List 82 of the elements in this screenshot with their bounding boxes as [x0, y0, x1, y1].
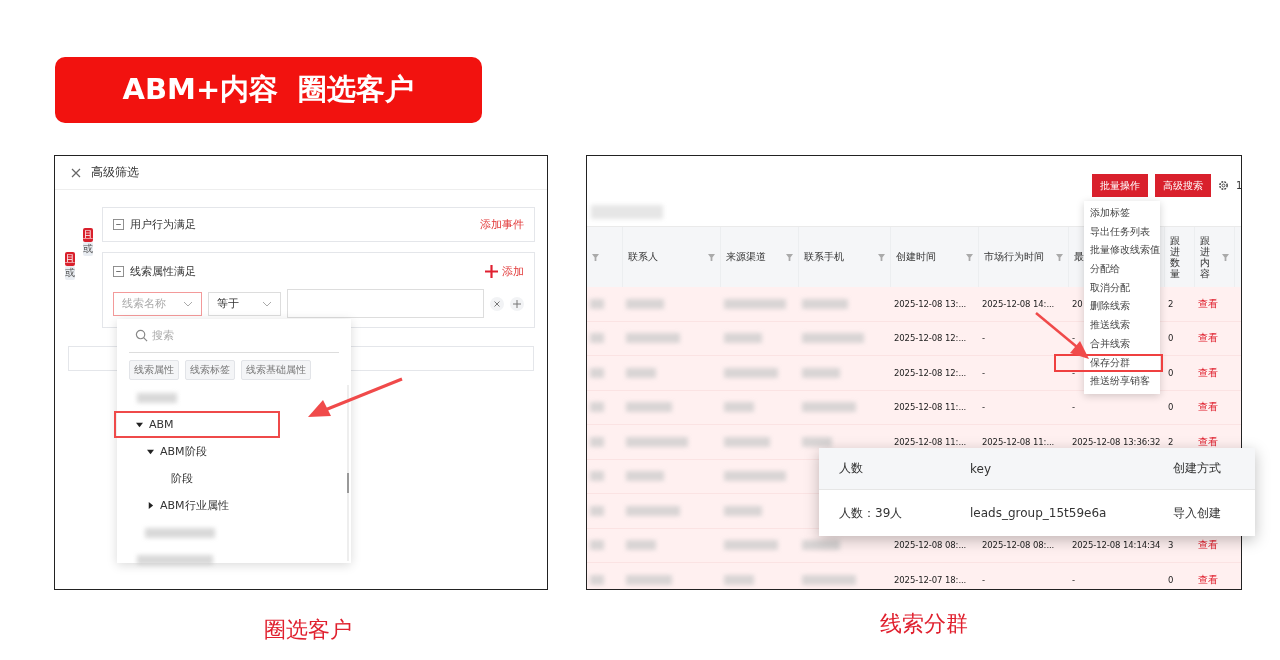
menu-item[interactable]: 添加标签: [1084, 204, 1160, 223]
table-cell: 2025-12-08 08:...: [894, 540, 967, 551]
column-header: 来源渠道: [726, 250, 766, 264]
table-cell: 2025-12-08 13:...: [894, 298, 967, 309]
column-header: 创建时间: [896, 250, 936, 264]
view-link[interactable]: 查看: [1198, 365, 1218, 380]
group-title: 线索属性满足: [130, 263, 197, 279]
table-cell: 2025-12-08 14:...: [982, 298, 1055, 309]
table-cell: 2025-12-08 13:36:32: [1072, 436, 1161, 447]
menu-item[interactable]: 批量修改线索值: [1084, 241, 1160, 261]
menu-item[interactable]: 保存分群: [1054, 353, 1163, 373]
table-cell: 20: [1072, 298, 1083, 309]
column-header: 联系人: [628, 250, 658, 264]
table-cell: -: [1072, 574, 1075, 585]
column-header: 市场行为时间: [984, 250, 1044, 264]
table-cell: -: [1072, 333, 1075, 344]
table-cell-text: 人数：39人: [838, 504, 904, 522]
add-link[interactable]: 添加: [485, 263, 524, 279]
view-link[interactable]: 查看: [1198, 538, 1218, 553]
logic-toggle[interactable]: 或: [83, 242, 93, 256]
group-title: 用户行为满足: [130, 217, 197, 232]
column-header: 人数: [838, 460, 864, 477]
view-link[interactable]: 查看: [1198, 296, 1218, 311]
tree-item[interactable]: 阶段: [114, 465, 280, 492]
title-banner: ABM+内容 圈选客户: [55, 57, 482, 123]
table-cell: -: [1072, 367, 1075, 378]
table-cell: 3: [1168, 540, 1174, 551]
table-cell: 2025-12-07 18:...: [894, 574, 967, 585]
column-header: 最: [1074, 250, 1084, 264]
tree-item[interactable]: ABM行业属性: [114, 492, 280, 519]
menu-item[interactable]: 合并线索: [1084, 334, 1160, 354]
table-cell: -: [982, 333, 985, 344]
tree-item[interactable]: ABM: [114, 411, 280, 438]
logic-toggle[interactable]: 且: [83, 228, 93, 242]
menu-item[interactable]: 分配给: [1084, 260, 1160, 279]
toolbar-text: 1: [1236, 180, 1241, 191]
category-tab[interactable]: 线索属性: [129, 360, 179, 380]
table-cell: -: [982, 574, 985, 585]
table-cell: -: [982, 367, 985, 378]
view-link[interactable]: 查看: [1198, 400, 1218, 415]
table-cell: 2025-12-08 12:...: [894, 333, 967, 344]
table-cell: 0: [1168, 333, 1174, 344]
table-cell: 2025-12-08 11:...: [982, 436, 1055, 447]
toolbar-button[interactable]: 高级搜索: [1155, 174, 1211, 197]
table-cell: 0: [1168, 574, 1174, 585]
table-cell: 2025-12-08 14:14:34: [1072, 540, 1161, 551]
column-header: 跟进数量: [1170, 235, 1180, 279]
toolbar-button[interactable]: 批量操作: [1092, 174, 1148, 197]
tree-item[interactable]: ABM阶段: [114, 438, 280, 465]
view-link[interactable]: 查看: [1198, 331, 1218, 346]
caption: 圈选客户: [264, 616, 352, 644]
table-cell: 2025-12-08 11:...: [894, 436, 967, 447]
column-header: 跟进内容: [1200, 235, 1210, 279]
add-link[interactable]: 添加事件: [480, 217, 524, 232]
table-cell: 0: [1168, 367, 1174, 378]
table-cell-text: leads_group_15t59e6a: [970, 506, 1108, 520]
table-cell: -: [982, 402, 985, 413]
view-link[interactable]: 查看: [1198, 434, 1218, 449]
column-header: key: [970, 461, 992, 476]
table-cell: 0: [1168, 402, 1174, 413]
category-tab[interactable]: 线索标签: [185, 360, 235, 380]
logic-toggle[interactable]: 或: [65, 266, 75, 280]
table-cell: 2025-12-08 11:...: [894, 402, 967, 413]
table-cell: 2025-12-08 08:...: [982, 540, 1055, 551]
operator-select[interactable]: 等于: [208, 291, 281, 316]
table-cell: -: [1072, 402, 1075, 413]
column-header: 创建方式: [1173, 460, 1222, 477]
panel-title: 高级筛选: [91, 164, 139, 181]
table-cell: 2: [1168, 298, 1174, 309]
table-cell: 2025-12-08 12:...: [894, 367, 967, 378]
column-header: 联系手机: [804, 250, 844, 264]
table-cell-text: 导入创建: [1173, 504, 1222, 522]
menu-item[interactable]: 取消分配: [1084, 278, 1160, 298]
menu-item[interactable]: 推送纷享销客: [1084, 372, 1160, 391]
caption: 线索分群: [880, 610, 968, 638]
menu-item[interactable]: 导出任务列表: [1084, 222, 1160, 242]
table-cell: 2: [1168, 436, 1174, 447]
logic-toggle[interactable]: 且: [65, 252, 75, 266]
menu-item[interactable]: 推送线索: [1084, 316, 1160, 335]
menu-item[interactable]: 删除线索: [1084, 297, 1160, 317]
view-link[interactable]: 查看: [1198, 572, 1218, 587]
category-tab[interactable]: 线索基础属性: [241, 360, 311, 380]
